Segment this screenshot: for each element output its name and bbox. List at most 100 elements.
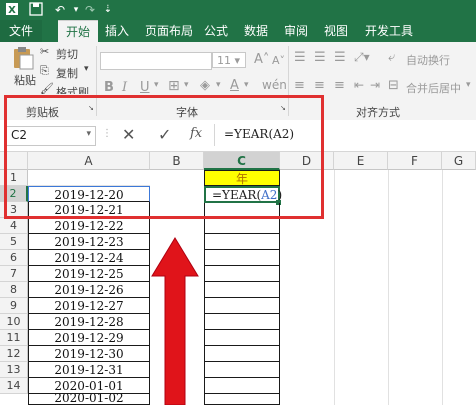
save-icon[interactable] (28, 2, 44, 18)
cell-a12[interactable]: 2019-12-30 (28, 346, 150, 362)
row-header-7[interactable]: 7 (0, 266, 28, 282)
cell-a6[interactable]: 2019-12-24 (28, 250, 150, 266)
tab-page-layout[interactable]: 页面布局 (140, 20, 198, 42)
row-header-12[interactable]: 12 (0, 346, 28, 362)
redo-icon[interactable]: ↷ (82, 2, 98, 18)
merge-center-icon[interactable]: ⊟ (388, 78, 399, 93)
font-name-select[interactable] (100, 52, 212, 70)
cell-a9[interactable]: 2019-12-27 (28, 298, 150, 314)
cell-a5[interactable]: 2019-12-23 (28, 234, 150, 250)
highlight-box (4, 95, 324, 219)
tab-data[interactable]: 数据 (240, 20, 272, 42)
cell-c11[interactable] (204, 330, 280, 346)
tab-developer[interactable]: 开发工具 (360, 20, 418, 42)
excel-logo-icon: X (4, 2, 20, 18)
row-header-9[interactable]: 9 (0, 298, 28, 314)
cell-c12[interactable] (204, 346, 280, 362)
borders-dropdown-icon[interactable]: ▾ (184, 80, 189, 90)
underline-dropdown-icon[interactable]: ▾ (154, 80, 159, 90)
underline-button[interactable]: U (140, 80, 150, 95)
cut-button[interactable]: 剪切 (56, 46, 78, 62)
cell-a11[interactable]: 2019-12-29 (28, 330, 150, 346)
bold-button[interactable]: B (104, 80, 114, 95)
orientation-icon[interactable]: ⤢▾ (354, 50, 370, 65)
cell-c13[interactable] (204, 362, 280, 378)
row-header-13[interactable]: 13 (0, 362, 28, 378)
cell-a7[interactable]: 2019-12-25 (28, 266, 150, 282)
shrink-font-button[interactable]: A˅ (272, 54, 285, 67)
row-header-11[interactable]: 11 (0, 330, 28, 346)
cell-c15[interactable] (204, 394, 280, 405)
title-bar: X ↶ ▾ ↷ ⇣ (0, 0, 476, 20)
phonetic-icon[interactable]: wén (262, 78, 287, 92)
align-top-icon[interactable]: ☰ (294, 50, 306, 65)
cell-c8[interactable] (204, 282, 280, 298)
svg-text:X: X (8, 5, 16, 16)
align-right-icon[interactable]: ≡ (334, 78, 345, 93)
row-header-5[interactable]: 5 (0, 234, 28, 250)
cell-c14[interactable] (204, 378, 280, 394)
cell-c10[interactable] (204, 314, 280, 330)
align-bottom-icon[interactable]: ☰ (334, 50, 346, 65)
row-header-10[interactable]: 10 (0, 314, 28, 330)
merge-dropdown-icon[interactable]: ▾ (466, 80, 471, 90)
font-color-dropdown-icon[interactable]: ▾ (244, 80, 249, 90)
font-color-icon[interactable]: A (230, 78, 239, 93)
fill-color-icon[interactable]: ◈ (200, 78, 210, 93)
gridline (334, 170, 335, 405)
wrap-text-button[interactable]: 自动换行 (406, 52, 450, 68)
column-header-g[interactable]: G (442, 152, 476, 170)
merge-center-button[interactable]: 合并后居中 (406, 80, 461, 96)
gridline (388, 170, 389, 405)
cell-a13[interactable]: 2019-12-31 (28, 362, 150, 378)
tab-view[interactable]: 视图 (320, 20, 352, 42)
font-size-value: 11 (217, 54, 231, 67)
row-header-14[interactable]: 14 (0, 378, 28, 394)
column-header-e[interactable]: E (334, 152, 388, 170)
column-header-f[interactable]: F (388, 152, 442, 170)
cell-c6[interactable] (204, 250, 280, 266)
italic-button[interactable]: I (122, 80, 127, 95)
cell-a8[interactable]: 2019-12-26 (28, 282, 150, 298)
borders-icon[interactable]: ⊞ (168, 78, 180, 94)
cell-a15[interactable]: 2020-01-02 (28, 394, 150, 405)
align-center-icon[interactable]: ≡ (314, 78, 325, 93)
grow-font-button[interactable]: A˄ (254, 52, 269, 67)
tab-file[interactable]: 文件 (0, 20, 42, 42)
row-header-4[interactable]: 4 (0, 218, 28, 234)
cell-a10[interactable]: 2019-12-28 (28, 314, 150, 330)
fill-color-dropdown-icon[interactable]: ▾ (216, 80, 221, 90)
customize-qat-icon[interactable]: ⇣ (100, 2, 116, 18)
copy-icon[interactable]: ⎘ (40, 64, 49, 78)
cell-c7[interactable] (204, 266, 280, 282)
format-painter-icon[interactable]: 🖌 (40, 82, 54, 95)
shrink-font-label: A (272, 54, 280, 67)
paste-button[interactable]: 粘贴 (10, 72, 40, 88)
cell-a14[interactable]: 2020-01-01 (28, 378, 150, 394)
cut-icon[interactable]: ✂ (40, 45, 49, 58)
copy-dropdown-icon[interactable]: ▾ (84, 64, 89, 74)
tab-home[interactable]: 开始 (58, 20, 98, 43)
row-header-8[interactable]: 8 (0, 282, 28, 298)
tab-review[interactable]: 审阅 (280, 20, 312, 42)
cell-a4[interactable]: 2019-12-22 (28, 218, 150, 234)
cell-c4[interactable] (204, 218, 280, 234)
wrap-text-icon[interactable]: ⤶ (388, 50, 395, 65)
copy-button[interactable]: 复制 (56, 65, 78, 81)
align-left-icon[interactable]: ≡ (294, 78, 305, 93)
paste-icon[interactable] (10, 46, 36, 70)
gridline (442, 170, 443, 405)
tab-formulas[interactable]: 公式 (200, 20, 232, 42)
increase-indent-icon[interactable]: ⇥ (370, 78, 380, 92)
align-middle-icon[interactable]: ☰ (314, 50, 326, 65)
ribbon-tab-row: 文件 开始 插入 页面布局 公式 数据 审阅 视图 开发工具 (0, 20, 476, 43)
font-size-select[interactable]: 11 ▾ (212, 52, 246, 68)
cell-c5[interactable] (204, 234, 280, 250)
row-header-6[interactable]: 6 (0, 250, 28, 266)
cell-c9[interactable] (204, 298, 280, 314)
decrease-indent-icon[interactable]: ⇤ (354, 78, 364, 92)
tab-insert[interactable]: 插入 (100, 20, 134, 42)
undo-icon[interactable]: ↶ (52, 2, 68, 18)
up-arrow-annotation (151, 237, 199, 405)
format-painter-button[interactable]: 格式刷 (56, 84, 89, 94)
